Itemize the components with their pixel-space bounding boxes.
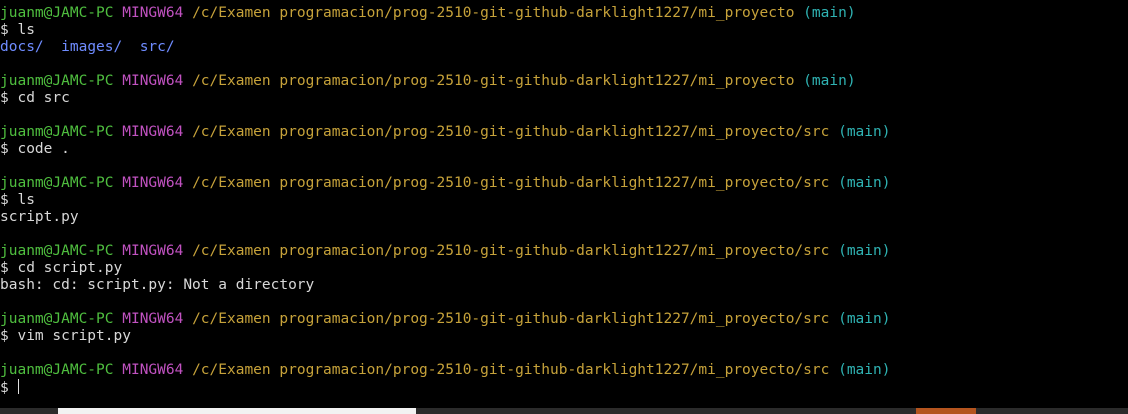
command-text: $ cd src <box>0 90 70 106</box>
prompt-line: juanm@JAMC-PC MINGW64 /c/Examen programa… <box>0 243 1128 260</box>
command-line: $ cd script.py <box>0 260 1128 277</box>
command-line: $ ls <box>0 192 1128 209</box>
command-line: $ ls <box>0 22 1128 39</box>
prompt-line: juanm@JAMC-PC MINGW64 /c/Examen programa… <box>0 362 1128 379</box>
prompt-branch: (main) <box>838 243 891 259</box>
directory-entry: images/ <box>61 39 123 55</box>
prompt-env: MINGW64 <box>122 243 184 259</box>
command-line: $ vim script.py <box>0 328 1128 345</box>
taskbar-active-app[interactable] <box>916 408 976 414</box>
command-line: $ code . <box>0 141 1128 158</box>
prompt-user: juanm@JAMC-PC <box>0 175 114 191</box>
prompt-env: MINGW64 <box>122 124 184 140</box>
prompt-line: juanm@JAMC-PC MINGW64 /c/Examen programa… <box>0 124 1128 141</box>
prompt-env: MINGW64 <box>122 73 184 89</box>
prompt-user: juanm@JAMC-PC <box>0 124 114 140</box>
prompt-path: /c/Examen programacion/prog-2510-git-git… <box>192 124 830 140</box>
prompt-env: MINGW64 <box>122 175 184 191</box>
prompt-env: MINGW64 <box>122 5 184 21</box>
command-text: $ vim script.py <box>0 328 131 344</box>
output-line: bash: cd: script.py: Not a directory <box>0 277 1128 294</box>
command-text: $ ls <box>0 192 35 208</box>
prompt-path: /c/Examen programacion/prog-2510-git-git… <box>192 243 830 259</box>
prompt-path: /c/Examen programacion/prog-2510-git-git… <box>192 362 830 378</box>
prompt-branch: (main) <box>838 362 891 378</box>
prompt-user: juanm@JAMC-PC <box>0 243 114 259</box>
prompt-line: juanm@JAMC-PC MINGW64 /c/Examen programa… <box>0 73 1128 90</box>
input-line[interactable]: $ <box>0 379 1128 396</box>
prompt-branch: (main) <box>803 73 856 89</box>
directory-entry: src/ <box>139 39 175 55</box>
command-text: $ cd script.py <box>0 260 123 276</box>
directory-listing: docs/ images/ src/ <box>0 39 1128 56</box>
taskbar <box>0 408 1128 414</box>
prompt-env: MINGW64 <box>122 311 184 327</box>
prompt-line: juanm@JAMC-PC MINGW64 /c/Examen programa… <box>0 175 1128 192</box>
output-text: script.py <box>0 209 79 225</box>
prompt-path: /c/Examen programacion/prog-2510-git-git… <box>192 311 830 327</box>
prompt-line: juanm@JAMC-PC MINGW64 /c/Examen programa… <box>0 5 1128 22</box>
terminal-window[interactable]: juanm@JAMC-PC MINGW64 /c/Examen programa… <box>0 0 1128 408</box>
taskbar-search-box[interactable] <box>58 408 416 414</box>
prompt-path: /c/Examen programacion/prog-2510-git-git… <box>192 73 795 89</box>
text-cursor <box>18 379 20 394</box>
prompt-user: juanm@JAMC-PC <box>0 5 114 21</box>
command-text: $ ls <box>0 22 35 38</box>
prompt-path: /c/Examen programacion/prog-2510-git-git… <box>192 5 795 21</box>
prompt-line: juanm@JAMC-PC MINGW64 /c/Examen programa… <box>0 311 1128 328</box>
input-prompt: $ <box>0 380 18 396</box>
prompt-user: juanm@JAMC-PC <box>0 311 114 327</box>
command-text: $ code . <box>0 141 70 157</box>
output-line: script.py <box>0 209 1128 226</box>
prompt-env: MINGW64 <box>122 362 184 378</box>
prompt-user: juanm@JAMC-PC <box>0 73 114 89</box>
prompt-branch: (main) <box>838 124 891 140</box>
prompt-branch: (main) <box>838 311 891 327</box>
prompt-branch: (main) <box>803 5 856 21</box>
directory-entry: docs/ <box>0 39 44 55</box>
output-text: bash: cd: script.py: Not a directory <box>0 277 315 293</box>
command-line: $ cd src <box>0 90 1128 107</box>
prompt-branch: (main) <box>838 175 891 191</box>
prompt-user: juanm@JAMC-PC <box>0 362 114 378</box>
prompt-path: /c/Examen programacion/prog-2510-git-git… <box>192 175 830 191</box>
